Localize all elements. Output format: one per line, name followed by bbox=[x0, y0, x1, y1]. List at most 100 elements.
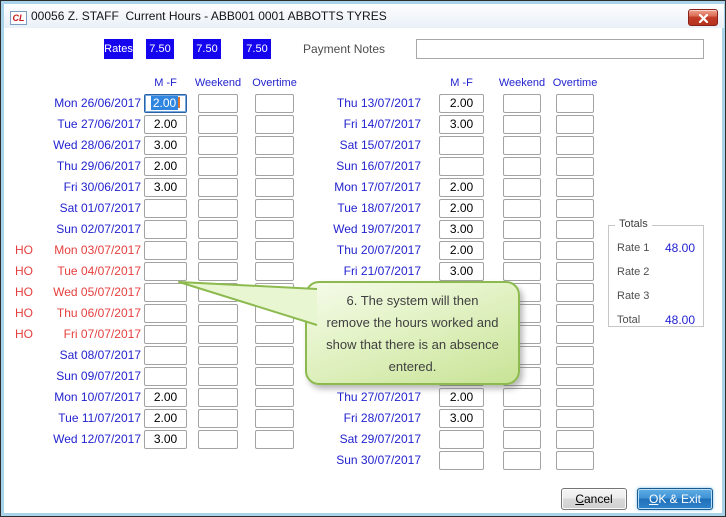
hours-cell-weekend[interactable] bbox=[503, 157, 541, 176]
hours-cell-mf[interactable]: 2.00 bbox=[144, 115, 187, 134]
hours-cell-mf[interactable]: 3.00 bbox=[144, 430, 187, 449]
date-label: Tue 18/07/2017 bbox=[337, 201, 421, 215]
column-header-weekend-left: Weekend bbox=[194, 77, 242, 89]
cancel-button[interactable]: Cancel bbox=[561, 488, 627, 510]
hours-cell-overtime[interactable] bbox=[556, 304, 594, 323]
hours-cell-weekend[interactable] bbox=[198, 241, 238, 260]
hours-cell-mf[interactable] bbox=[144, 367, 187, 386]
hours-cell-mf[interactable] bbox=[439, 157, 484, 176]
hours-cell-overtime[interactable] bbox=[556, 346, 594, 365]
hours-cell-mf[interactable] bbox=[144, 199, 187, 218]
hours-cell-overtime[interactable] bbox=[556, 325, 594, 344]
hours-cell-weekend[interactable] bbox=[198, 199, 238, 218]
hours-cell-overtime[interactable] bbox=[255, 430, 294, 449]
hours-cell-overtime[interactable] bbox=[556, 94, 594, 113]
hours-cell-mf[interactable]: 3.00 bbox=[144, 136, 187, 155]
hours-cell-weekend[interactable] bbox=[503, 220, 541, 239]
hours-cell-overtime[interactable] bbox=[556, 220, 594, 239]
hours-cell-overtime[interactable] bbox=[556, 157, 594, 176]
hours-cell-mf[interactable] bbox=[144, 220, 187, 239]
hours-cell-overtime[interactable] bbox=[255, 94, 294, 113]
hours-cell-weekend[interactable] bbox=[503, 178, 541, 197]
hours-cell-overtime[interactable] bbox=[556, 136, 594, 155]
hours-cell-overtime[interactable] bbox=[556, 262, 594, 281]
hours-cell-overtime[interactable] bbox=[556, 199, 594, 218]
hours-cell-mf[interactable]: 3.00 bbox=[439, 220, 484, 239]
hours-cell-mf[interactable]: 2.00 bbox=[439, 178, 484, 197]
hours-cell-weekend[interactable] bbox=[198, 136, 238, 155]
hours-cell-weekend[interactable] bbox=[503, 241, 541, 260]
hours-cell-mf[interactable]: 2.00 bbox=[439, 94, 484, 113]
hours-cell-overtime[interactable] bbox=[556, 178, 594, 197]
hours-cell-weekend[interactable] bbox=[503, 262, 541, 281]
hours-cell-mf[interactable]: 3.00 bbox=[144, 178, 187, 197]
hours-cell-mf[interactable]: 2.00 bbox=[144, 388, 187, 407]
date-label: Tue 11/07/2017 bbox=[58, 411, 141, 425]
hours-cell-mf[interactable]: 2.00 bbox=[439, 241, 484, 260]
close-button[interactable] bbox=[688, 9, 718, 26]
hours-cell-overtime[interactable] bbox=[255, 220, 294, 239]
hours-cell-mf[interactable]: 2.00 bbox=[439, 199, 484, 218]
hours-cell-overtime[interactable] bbox=[255, 157, 294, 176]
hours-cell-overtime[interactable] bbox=[255, 388, 294, 407]
hours-cell-mf[interactable]: 2.00 bbox=[439, 388, 484, 407]
hours-cell-mf[interactable]: 2.00 bbox=[144, 409, 187, 428]
date-label: Mon 10/07/2017 bbox=[54, 390, 141, 404]
hours-cell-mf[interactable]: 3.00 bbox=[439, 115, 484, 134]
date-label: Fri 14/07/2017 bbox=[343, 117, 421, 131]
hours-cell-mf[interactable] bbox=[439, 136, 484, 155]
hours-cell-mf[interactable]: 3.00 bbox=[439, 409, 484, 428]
hours-cell-overtime[interactable] bbox=[255, 241, 294, 260]
hours-cell-overtime[interactable] bbox=[556, 430, 594, 449]
hours-cell-mf[interactable]: 3.00 bbox=[439, 262, 484, 281]
hours-cell-mf[interactable] bbox=[144, 241, 187, 260]
hours-cell-mf[interactable]: 2.00 bbox=[144, 157, 187, 176]
hours-cell-weekend[interactable] bbox=[198, 220, 238, 239]
hours-cell-weekend[interactable] bbox=[198, 157, 238, 176]
hours-cell-weekend[interactable] bbox=[198, 367, 238, 386]
hours-cell-overtime[interactable] bbox=[255, 178, 294, 197]
hours-cell-overtime[interactable] bbox=[556, 115, 594, 134]
hours-cell-weekend[interactable] bbox=[503, 94, 541, 113]
payment-notes-label: Payment Notes bbox=[303, 42, 386, 56]
hours-cell-overtime[interactable] bbox=[556, 388, 594, 407]
hours-cell-overtime[interactable] bbox=[556, 451, 594, 470]
hours-cell-weekend[interactable] bbox=[198, 346, 238, 365]
hours-cell-weekend[interactable] bbox=[198, 94, 238, 113]
hours-cell-weekend[interactable] bbox=[503, 136, 541, 155]
hours-cell-weekend[interactable] bbox=[503, 388, 541, 407]
hours-cell-mf[interactable] bbox=[439, 451, 484, 470]
hours-cell-overtime[interactable] bbox=[255, 199, 294, 218]
column-header-overtime-right: Overtime bbox=[552, 77, 598, 89]
hours-cell-weekend[interactable] bbox=[198, 409, 238, 428]
hours-cell-weekend[interactable] bbox=[503, 115, 541, 134]
date-label: Mon 03/07/2017 bbox=[54, 243, 141, 257]
hours-cell-weekend[interactable] bbox=[503, 199, 541, 218]
hours-cell-weekend[interactable] bbox=[198, 115, 238, 134]
titlebar[interactable]: CL 00056 Z. STAFF Current Hours - ABB001… bbox=[4, 4, 724, 28]
hours-cell-overtime[interactable] bbox=[255, 115, 294, 134]
hours-cell-overtime[interactable] bbox=[255, 346, 294, 365]
date-label: Thu 13/07/2017 bbox=[336, 96, 421, 110]
hours-cell-overtime[interactable] bbox=[556, 367, 594, 386]
hours-cell-mf[interactable]: 2.00 bbox=[144, 94, 187, 113]
ok-exit-button[interactable]: OK & Exit bbox=[637, 488, 713, 510]
hours-cell-overtime[interactable] bbox=[556, 283, 594, 302]
hours-cell-weekend[interactable] bbox=[198, 388, 238, 407]
hours-cell-overtime[interactable] bbox=[556, 409, 594, 428]
cancel-button-accel: C bbox=[575, 492, 584, 506]
hours-cell-weekend[interactable] bbox=[503, 430, 541, 449]
hours-cell-overtime[interactable] bbox=[255, 409, 294, 428]
date-label: Sun 02/07/2017 bbox=[56, 222, 141, 236]
hours-cell-weekend[interactable] bbox=[198, 178, 238, 197]
hours-cell-mf[interactable] bbox=[439, 430, 484, 449]
hours-cell-mf[interactable] bbox=[144, 346, 187, 365]
hours-cell-overtime[interactable] bbox=[255, 136, 294, 155]
hours-cell-weekend[interactable] bbox=[503, 451, 541, 470]
hours-cell-overtime[interactable] bbox=[255, 367, 294, 386]
cancel-button-label: ancel bbox=[583, 492, 613, 506]
hours-cell-overtime[interactable] bbox=[556, 241, 594, 260]
hours-cell-weekend[interactable] bbox=[198, 430, 238, 449]
hours-cell-weekend[interactable] bbox=[503, 409, 541, 428]
payment-notes-input[interactable] bbox=[416, 39, 704, 59]
